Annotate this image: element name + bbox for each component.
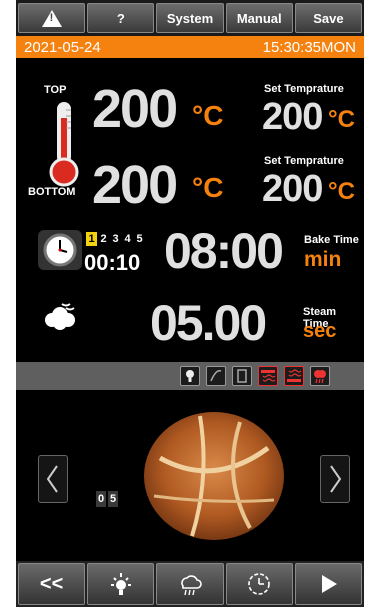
play-icon — [322, 575, 338, 593]
tray-count-digit-1: 0 — [96, 491, 106, 507]
clock-icon — [43, 233, 77, 267]
top-toolbar: ? System Manual Save — [16, 0, 364, 36]
warning-icon — [41, 9, 62, 27]
save-button[interactable]: Save — [294, 3, 363, 33]
system-button[interactable]: System — [156, 3, 224, 33]
bottom-temp-value[interactable]: 200 — [92, 154, 178, 216]
prev-button[interactable] — [38, 455, 68, 503]
thermometer-icon — [49, 102, 79, 187]
clock-tile[interactable] — [38, 230, 82, 270]
date-text: 2021-05-24 — [24, 38, 101, 56]
light-icon[interactable] — [180, 366, 200, 386]
help-button[interactable]: ? — [87, 3, 155, 33]
steam-button[interactable] — [156, 563, 224, 605]
set-bottom-value[interactable]: 200 — [262, 168, 323, 211]
set-bottom-unit: °C — [328, 178, 355, 205]
timer-button[interactable] — [225, 563, 293, 605]
step-2[interactable]: 2 — [98, 232, 109, 246]
bake-time-unit: min — [304, 248, 342, 271]
step-5[interactable]: 5 — [134, 232, 145, 246]
steam-time-unit: sec — [303, 320, 337, 342]
tray-count-digit-2: 5 — [108, 491, 118, 507]
timer-icon — [248, 573, 271, 595]
set-bottom-title: Set Temprature — [264, 155, 344, 167]
bottom-bar: << — [16, 561, 364, 607]
door-icon[interactable] — [232, 366, 252, 386]
warning-button[interactable] — [18, 3, 86, 33]
step-selector: 1 2 3 4 5 — [86, 232, 145, 246]
lamp-icon — [110, 573, 131, 595]
light-button[interactable] — [87, 563, 155, 605]
start-button[interactable] — [294, 563, 363, 605]
chevron-left-icon — [46, 465, 58, 493]
time-text: 15:30:35MON — [262, 38, 356, 56]
bread-image — [144, 412, 284, 540]
next-button[interactable] — [320, 455, 350, 503]
back-button[interactable]: << — [18, 563, 86, 605]
oven-screen: ? System Manual Save 2021-05-24 15:30:35… — [16, 0, 364, 607]
heater-top-icon[interactable] — [258, 366, 278, 386]
date-bar: 2021-05-24 15:30:35MON — [16, 36, 364, 58]
bake-time-label: Bake Time — [304, 234, 359, 246]
rain-steam-icon[interactable] — [310, 366, 330, 386]
bottom-temp-unit: °C — [192, 172, 224, 203]
elapsed-time: 00:10 — [84, 250, 141, 275]
heater-bottom-icon[interactable] — [284, 366, 304, 386]
top-temp-unit: °C — [192, 100, 224, 131]
step-4[interactable]: 4 — [122, 232, 133, 246]
step-3[interactable]: 3 — [110, 232, 121, 246]
top-label: TOP — [44, 84, 67, 96]
manual-button[interactable]: Manual — [225, 3, 293, 33]
step-1[interactable]: 1 — [86, 232, 97, 246]
top-temp-value[interactable]: 200 — [92, 78, 178, 140]
bottom-label: BOTTOM — [28, 186, 76, 198]
fan-icon[interactable] — [206, 366, 226, 386]
steam-icon[interactable] — [40, 298, 80, 332]
chevron-right-icon — [330, 465, 342, 493]
bake-time-value[interactable]: 08:00 — [164, 222, 284, 280]
cloud-icon — [181, 575, 202, 596]
set-top-unit: °C — [328, 106, 355, 133]
steam-time-value[interactable]: 05.00 — [150, 294, 267, 352]
set-top-title: Set Temprature — [264, 83, 344, 95]
set-top-value[interactable]: 200 — [262, 96, 323, 139]
